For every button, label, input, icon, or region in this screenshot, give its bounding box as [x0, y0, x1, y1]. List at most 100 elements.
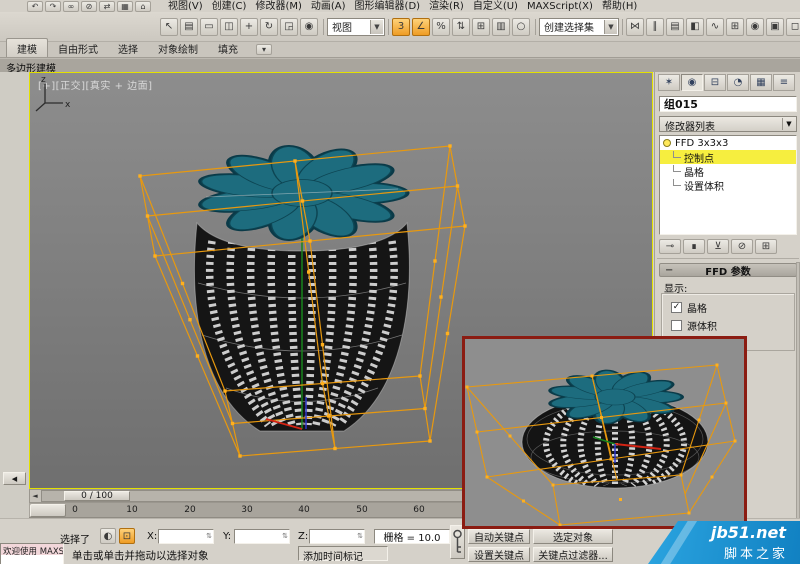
- menu-rendering[interactable]: 渲染(R): [429, 0, 464, 12]
- object-name-field[interactable]: 组015: [659, 96, 797, 112]
- layer-manager-icon[interactable]: ▤: [666, 17, 684, 36]
- schematic-view-icon[interactable]: ⊞: [726, 17, 744, 36]
- utilities-tab-icon[interactable]: ≡: [773, 74, 795, 91]
- named-selection-sets-icon[interactable]: ▥: [492, 17, 510, 36]
- modifier-stack-item-lattice[interactable]: 晶格: [660, 164, 796, 179]
- bind-to-space-warp-icon[interactable]: ⇄: [99, 1, 115, 12]
- ffd-parameters-rollout-header[interactable]: − FFD 参数: [659, 263, 797, 278]
- tree-elbow-icon: [673, 164, 681, 172]
- menu-customize[interactable]: 自定义(U): [473, 0, 518, 12]
- named-selection-set-combo[interactable]: 创建选择集 ▼: [539, 17, 619, 36]
- tree-elbow-icon: [673, 150, 681, 158]
- modifier-stack-item-set-volume[interactable]: 设置体积: [660, 178, 796, 193]
- selection-lock-icon[interactable]: ⊡: [119, 528, 135, 544]
- isolate-selection-icon[interactable]: ○: [512, 17, 530, 36]
- lattice-checkbox-row[interactable]: ✓ 晶格: [671, 300, 707, 315]
- inset-canvas: [465, 363, 737, 526]
- menu-graph-editors[interactable]: 图形编辑器(D): [355, 0, 421, 12]
- use-pivot-center-icon[interactable]: ◉: [300, 17, 318, 36]
- selection-filter-icon[interactable]: ▦: [117, 1, 133, 12]
- rendered-frame-icon[interactable]: ◻: [786, 17, 800, 36]
- previous-frame-icon[interactable]: ◄: [30, 492, 40, 500]
- menu-create[interactable]: 创建(C): [212, 0, 247, 12]
- y-coordinate-field[interactable]: ⇅: [234, 529, 290, 544]
- align-icon[interactable]: ∥: [646, 17, 664, 36]
- ribbon-toggle-icon[interactable]: ◧: [686, 17, 704, 36]
- redo-icon[interactable]: ↷: [45, 1, 61, 12]
- snaps-toggle-icon[interactable]: 3: [392, 17, 410, 36]
- select-and-rotate-icon[interactable]: ↻: [260, 17, 278, 36]
- hierarchy-tab-icon[interactable]: ⊟: [704, 74, 726, 91]
- tab-populate[interactable]: 填充: [208, 39, 248, 57]
- set-keys-button[interactable]: [450, 525, 465, 559]
- angle-snap-icon[interactable]: ∠: [412, 17, 430, 36]
- select-and-move-icon[interactable]: +: [240, 17, 258, 36]
- isolate-selection-icon[interactable]: ◐: [100, 528, 116, 544]
- select-object-icon[interactable]: ↖: [160, 17, 178, 36]
- render-setup-icon[interactable]: ▣: [766, 17, 784, 36]
- menu-help[interactable]: 帮助(H): [602, 0, 637, 12]
- modifier-stack-item-control-points[interactable]: 控制点: [660, 150, 796, 165]
- view-dropdown[interactable]: 视图 ▼: [327, 17, 385, 36]
- add-time-tag-field[interactable]: 添加时间标记: [298, 546, 388, 563]
- modify-tab-icon[interactable]: ◉: [681, 74, 703, 91]
- key-filters-button[interactable]: 关键点过滤器...: [533, 547, 613, 562]
- motion-tab-icon[interactable]: ◔: [727, 74, 749, 91]
- modifier-enabled-icon[interactable]: [663, 139, 671, 147]
- auto-key-button[interactable]: 自动关键点: [468, 529, 530, 544]
- menu-animation[interactable]: 动画(A): [311, 0, 346, 12]
- trackbar-thumb[interactable]: [30, 504, 66, 517]
- home-icon[interactable]: ⌂: [135, 1, 151, 12]
- status-prompt: 单击或单击并拖动以选择对象: [72, 550, 209, 562]
- viewport-layout-tab-button[interactable]: ◀: [3, 472, 26, 485]
- source-volume-checkbox[interactable]: [671, 320, 682, 331]
- selected-object-dropdown[interactable]: 选定对象: [533, 529, 613, 544]
- edit-named-selection-icon[interactable]: ⊞: [472, 17, 490, 36]
- x-coordinate-label: X:: [147, 531, 158, 542]
- tab-object-paint[interactable]: 对象绘制: [148, 39, 208, 57]
- select-and-scale-icon[interactable]: ◲: [280, 17, 298, 36]
- quick-access-toolbar: ↶ ↷ ∞ ⊘ ⇄ ▦ ⌂: [27, 1, 153, 12]
- menu-items: 视图(V) 创建(C) 修改器(M) 动画(A) 图形编辑器(D) 渲染(R) …: [168, 0, 637, 12]
- z-coordinate-field[interactable]: ⇅: [309, 529, 365, 544]
- x-coordinate-field[interactable]: ⇅: [158, 529, 214, 544]
- tab-freeform[interactable]: 自由形式: [48, 39, 108, 57]
- menu-maxscript[interactable]: MAXScript(X): [527, 0, 593, 12]
- make-unique-icon[interactable]: ⊻: [707, 239, 729, 254]
- source-volume-checkbox-row[interactable]: 源体积: [671, 318, 717, 333]
- spinner-icon[interactable]: ⇅: [357, 532, 363, 540]
- spinner-icon[interactable]: ⇅: [206, 532, 212, 540]
- remove-modifier-icon[interactable]: ⊘: [731, 239, 753, 254]
- percent-snap-icon[interactable]: %: [432, 17, 450, 36]
- modifier-list-dropdown[interactable]: 修改器列表 ▼: [659, 116, 797, 133]
- tab-selection[interactable]: 选择: [108, 39, 148, 57]
- set-key-button[interactable]: 设置关键点: [468, 547, 530, 562]
- lattice-checkbox[interactable]: ✓: [671, 302, 682, 313]
- menu-modifiers[interactable]: 修改器(M): [255, 0, 301, 12]
- pin-stack-icon[interactable]: ⊸: [659, 239, 681, 254]
- time-slider-handle[interactable]: 0 / 100: [64, 491, 130, 501]
- menu-view[interactable]: 视图(V): [168, 0, 203, 12]
- select-and-link-icon[interactable]: ∞: [63, 1, 79, 12]
- maxscript-mini-listener[interactable]: 欢迎使用 MAXSc: [0, 543, 64, 564]
- display-tab-icon[interactable]: ▦: [750, 74, 772, 91]
- mirror-icon[interactable]: ⋈: [626, 17, 644, 36]
- select-by-name-icon[interactable]: ▤: [180, 17, 198, 36]
- rectangular-selection-icon[interactable]: ▭: [200, 17, 218, 36]
- unlink-selection-icon[interactable]: ⊘: [81, 1, 97, 12]
- undo-icon[interactable]: ↶: [27, 1, 43, 12]
- modifier-stack-item-ffd[interactable]: FFD 3x3x3: [660, 136, 796, 150]
- modifier-stack[interactable]: FFD 3x3x3 控制点 晶格 设置体积: [659, 135, 797, 235]
- window-crossing-icon[interactable]: ◫: [220, 17, 238, 36]
- chevron-down-icon: ▼: [604, 19, 617, 34]
- tab-modeling[interactable]: 建模: [6, 38, 48, 57]
- show-end-result-icon[interactable]: ∎: [683, 239, 705, 254]
- material-editor-icon[interactable]: ◉: [746, 17, 764, 36]
- ribbon-more-icon[interactable]: ▾: [256, 44, 272, 55]
- create-tab-icon[interactable]: ✶: [658, 74, 680, 91]
- spinner-snap-icon[interactable]: ⇅: [452, 17, 470, 36]
- spinner-icon[interactable]: ⇅: [282, 532, 288, 540]
- curve-editor-icon[interactable]: ∿: [706, 17, 724, 36]
- configure-modifier-sets-icon[interactable]: ⊞: [755, 239, 777, 254]
- reference-image-inset: [462, 336, 747, 529]
